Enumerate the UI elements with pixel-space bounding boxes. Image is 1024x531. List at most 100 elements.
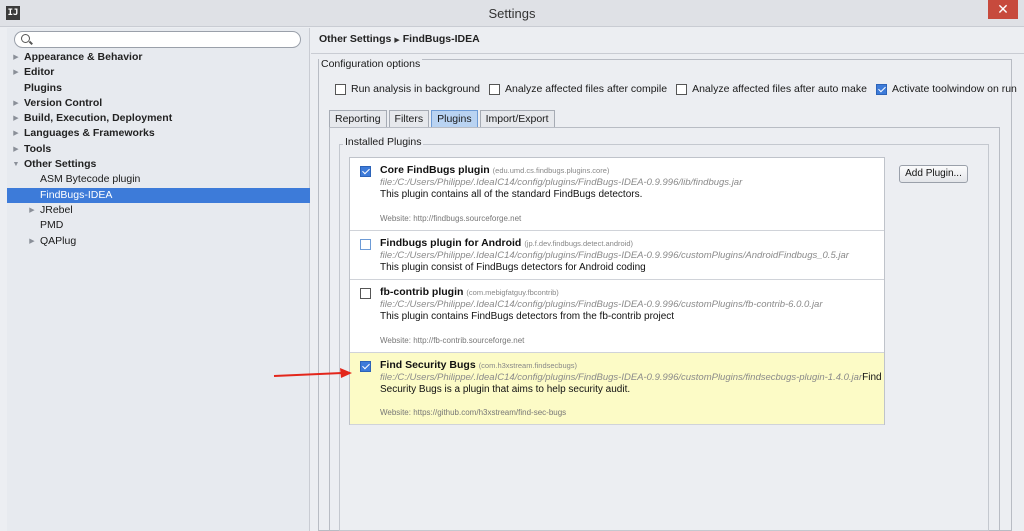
divider [311,53,1024,54]
sidebar-item-jrebel[interactable]: ▶ JRebel [7,203,310,218]
tab-filters[interactable]: Filters [388,110,430,127]
sidebar-item-pmd[interactable]: PMD [7,218,310,233]
sidebar-item-tools[interactable]: ▶ Tools [7,142,310,157]
plugin-id: (jp.f.dev.findbugs.detect.android) [524,239,634,248]
plugin-enable-checkbox[interactable] [360,288,371,299]
sidebar-item-asm-bytecode-plugin[interactable]: ASM Bytecode plugin [7,172,310,187]
option-analyze-affected-files-after-auto-make[interactable]: Analyze affected files after auto make [676,83,867,95]
plugin-path-text: file:/C:/Users/Philippe/.IdeaIC14/config… [380,299,823,310]
expand-right-icon[interactable]: ▶ [27,234,37,249]
sidebar-item-build-execution-deployment[interactable]: ▶ Build, Execution, Deployment [7,111,310,126]
search-icon [21,34,30,43]
plugin-row: fb-contrib plugin (com.mebigfatguy.fbcont… [350,280,884,353]
sidebar-item-findbugs-idea[interactable]: FindBugs-IDEA [7,187,310,203]
sidebar-item-label: ASM Bytecode plugin [40,173,141,186]
plugin-path: file:/C:/Users/Philippe/.IdeaIC14/config… [380,250,849,261]
plugin-description: This plugin contains all of the standard… [380,189,643,200]
checkbox[interactable] [335,83,346,95]
sidebar-item-label: QAPlug [40,234,77,247]
expand-right-icon[interactable]: ▶ [11,50,21,65]
plugin-title: fb-contrib plugin (com.mebigfatguy.fbcont… [380,286,559,298]
plugin-id: (com.mebigfatguy.fbcontrib) [466,288,559,297]
plugin-name: fb-contrib plugin [380,286,464,298]
sidebar-item-label: Plugins [24,81,62,94]
title-bar: IJ Settings ✕ [0,0,1024,27]
sidebar-item-appearance-behavior[interactable]: ▶ Appearance & Behavior [7,50,310,65]
plugin-title: Core FindBugs plugin (edu.umd.cs.findbugs… [380,164,609,176]
option-run-analysis-in-background[interactable]: Run analysis in background [335,83,480,95]
configuration-options-title: Configuration options [319,58,423,70]
tab-bar: Reporting Filters Plugins Import/Export [329,110,557,128]
sidebar-item-label: Version Control [24,96,103,109]
breadcrumb-current: FindBugs-IDEA [402,33,480,45]
option-label: Activate toolwindow on run [891,83,1017,95]
configuration-options-row: Run analysis in background Analyze affect… [335,82,1024,96]
sidebar-item-label: FindBugs-IDEA [40,188,113,201]
plugin-website[interactable]: Website: http://fb-contrib.sourceforge.n… [380,336,524,345]
settings-search-field[interactable] [14,31,301,48]
plugin-path-text: file:/C:/Users/Philippe/.IdeaIC14/config… [380,372,863,383]
plugin-title: Findbugs plugin for Android (jp.f.dev.fin… [380,237,633,249]
sidebar-item-plugins[interactable]: Plugins [7,81,310,96]
close-button[interactable]: ✕ [988,0,1018,19]
breadcrumb-parent: Other Settings [319,33,392,45]
expand-right-icon[interactable]: ▶ [27,203,37,218]
plugin-enable-checkbox[interactable] [360,361,371,372]
option-analyze-affected-files-after-compile[interactable]: Analyze affected files after compile [489,83,667,95]
plugin-website[interactable]: Website: http://findbugs.sourceforge.net [380,214,521,223]
tab-import-export[interactable]: Import/Export [479,110,555,127]
option-label: Analyze affected files after auto make [692,83,867,95]
plugin-enable-checkbox[interactable] [360,166,371,177]
plugin-row: Findbugs plugin for Android (jp.f.dev.fin… [350,231,884,280]
expand-right-icon[interactable]: ▶ [11,126,21,141]
window-title: Settings [488,6,536,21]
expand-right-icon[interactable]: ▶ [11,96,21,111]
annotation-arrow-icon [273,368,352,378]
plugin-list: Core FindBugs plugin (edu.umd.cs.findbugs… [349,157,885,425]
plugin-path-tail: Find [862,372,882,383]
tab-reporting[interactable]: Reporting [329,110,387,127]
plugin-name: Find Security Bugs [380,359,476,371]
settings-tree: ▶ Appearance & Behavior ▶ Editor Plugins ▶ Ver… [7,50,310,249]
plugin-name: Findbugs plugin for Android [380,237,522,249]
add-plugin-button[interactable]: Add Plugin... [899,165,968,183]
sidebar-item-other-settings[interactable]: ▼ Other Settings [7,157,310,172]
plugin-enable-checkbox[interactable] [360,239,371,250]
plugin-path: file:/C:/Users/Philippe/.IdeaIC14/config… [380,177,742,188]
plugin-title: Find Security Bugs (com.h3xstream.findsec… [380,359,577,371]
checkbox[interactable] [489,83,500,95]
installed-plugins-title: Installed Plugins [343,136,424,148]
option-label: Run analysis in background [351,83,480,95]
checkbox[interactable] [676,83,688,95]
plugin-website[interactable]: Website: https://github.com/h3xstream/fi… [380,408,566,417]
sidebar-item-version-control[interactable]: ▶ Version Control [7,96,310,111]
sidebar-item-languages-frameworks[interactable]: ▶ Languages & Frameworks [7,126,310,141]
sidebar-item-label: Build, Execution, Deployment [24,112,173,125]
option-activate-toolwindow-on-run[interactable]: Activate toolwindow on run [875,83,1017,95]
expand-down-icon[interactable]: ▼ [11,157,21,172]
main-panel: Other Settings ▶ FindBugs-IDEA Configurati… [311,28,1024,531]
plugin-description: This plugin consist of FindBugs detector… [380,262,646,273]
search-input[interactable] [35,33,295,46]
plugin-path-text: file:/C:/Users/Philippe/.IdeaIC14/config… [380,250,849,261]
sidebar-item-label: JRebel [40,203,73,216]
expand-right-icon[interactable]: ▶ [11,142,21,157]
sidebar-item-label: Editor [24,66,55,79]
settings-sidebar: ▶ Appearance & Behavior ▶ Editor Plugins ▶ Ver… [7,28,310,531]
plugin-path-text: file:/C:/Users/Philippe/.IdeaIC14/config… [380,177,743,188]
sidebar-item-label: Tools [24,142,52,155]
sidebar-item-editor[interactable]: ▶ Editor [7,65,310,80]
sidebar-item-label: PMD [40,219,64,232]
tab-plugins[interactable]: Plugins [431,110,478,127]
breadcrumb: Other Settings ▶ FindBugs-IDEA [319,33,480,45]
sidebar-item-label: Languages & Frameworks [24,127,155,140]
sidebar-item-qaplug[interactable]: ▶ QAPlug [7,234,310,249]
expand-right-icon[interactable]: ▶ [11,65,21,80]
plugin-id: (edu.umd.cs.findbugs.plugins.core) [492,166,610,175]
expand-right-icon[interactable]: ▶ [11,111,21,126]
plugin-description: This plugin contains FindBugs detectors … [380,311,675,322]
sidebar-item-label: Appearance & Behavior [24,51,143,63]
sidebar-item-label: Other Settings [24,158,97,171]
checkbox-checked[interactable] [875,83,887,95]
plugin-path: file:/C:/Users/Philippe/.IdeaIC14/config… [380,299,823,310]
